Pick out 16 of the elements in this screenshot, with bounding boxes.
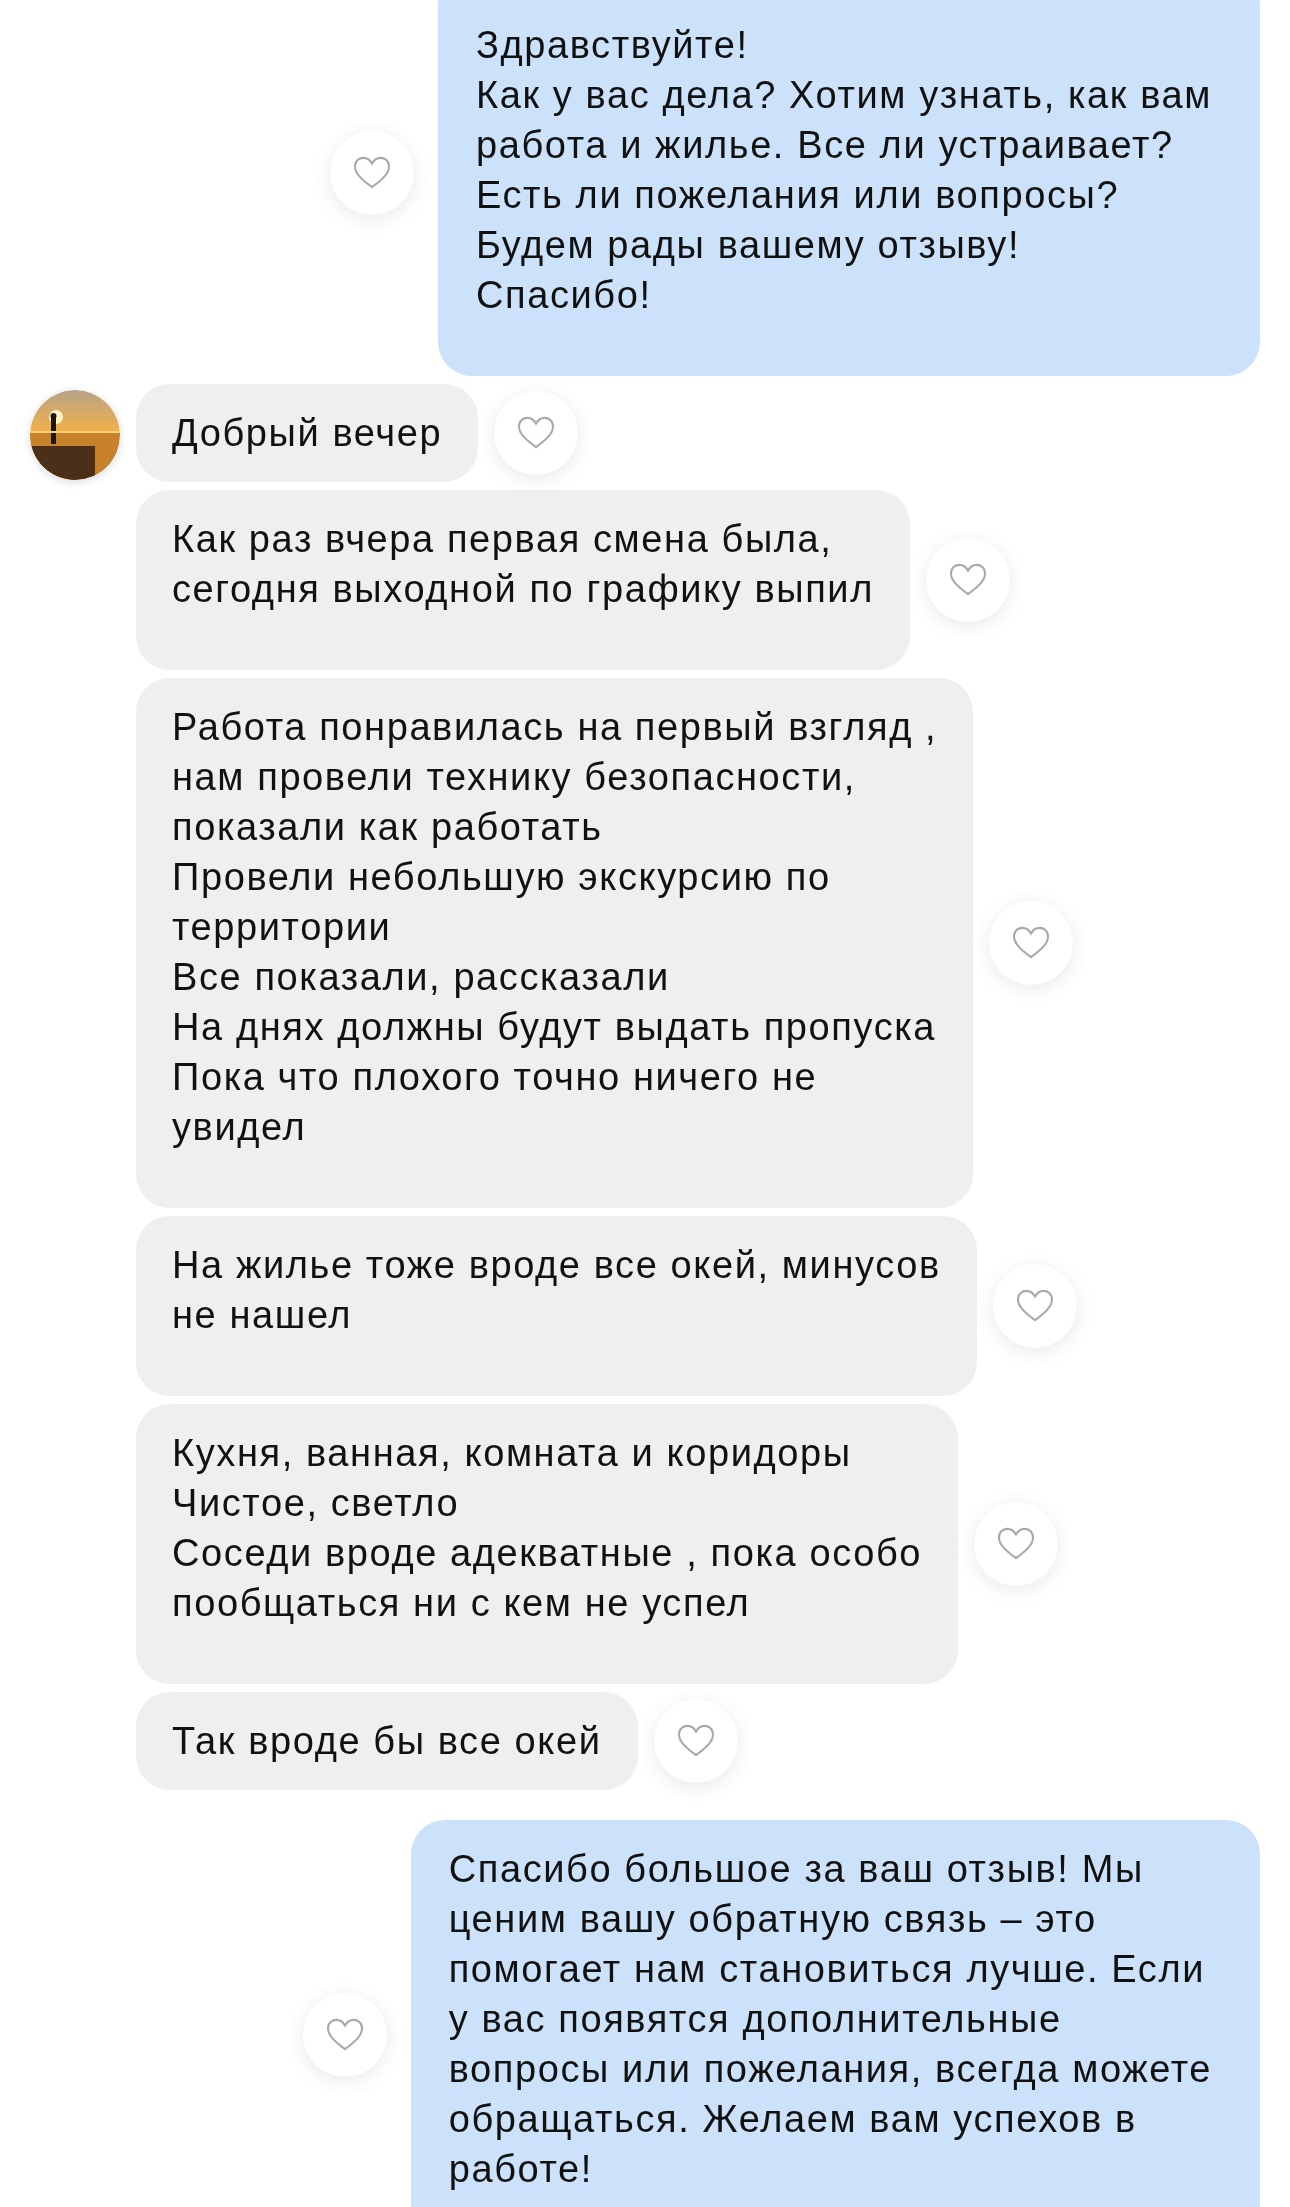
heart-icon: [1015, 1289, 1054, 1323]
message-bubble: Работа понравилась на первый взгляд , нам провели технику безопасности, показали как работать Провели небольшую экскурсию по территории Все показали, рассказали На днях должны будут выдать пропуска Пока что плохого точно ничего не увидел: [136, 678, 974, 1208]
message-bubble: Здравствуйте! Как у вас дела? Хотим узнать, как вам работа и жилье. Все ли устраивает? Есть ли пожелания или вопросы? Будем рады вашему отзыву! Спасибо!: [437, 0, 1260, 376]
message-bubble: Как раз вчера первая смена была, сегодня выходной по графику выпил: [136, 490, 910, 670]
heart-icon: [997, 1527, 1035, 1561]
message-bubble: Добрый вечер: [136, 384, 479, 482]
heart-icon: [517, 416, 556, 450]
heart-icon: [949, 563, 987, 597]
message-bubble: Спасибо большое за ваш отзыв! Мы ценим вашу обратную связь – это помогает нам становиться лучше. Если у вас появятся дополнительные вопросы или пожелания, всегда можете обращаться. Желаем вам успехов в работе!: [410, 1820, 1260, 2207]
message-bubble: Кухня, ванная, комната и коридоры Чистое, светло Соседи вроде адекватные , пока особо пообщаться ни с кем не успел: [136, 1404, 958, 1684]
heart-icon: [1012, 926, 1051, 960]
heart-icon: [676, 1724, 715, 1758]
message-bubble: На жилье тоже вроде все окей, минусов не нашел: [136, 1216, 977, 1396]
heart-icon: [325, 2018, 364, 2052]
message-bubble: Так вроде бы все окей: [136, 1692, 638, 1790]
heart-icon: [352, 156, 391, 190]
